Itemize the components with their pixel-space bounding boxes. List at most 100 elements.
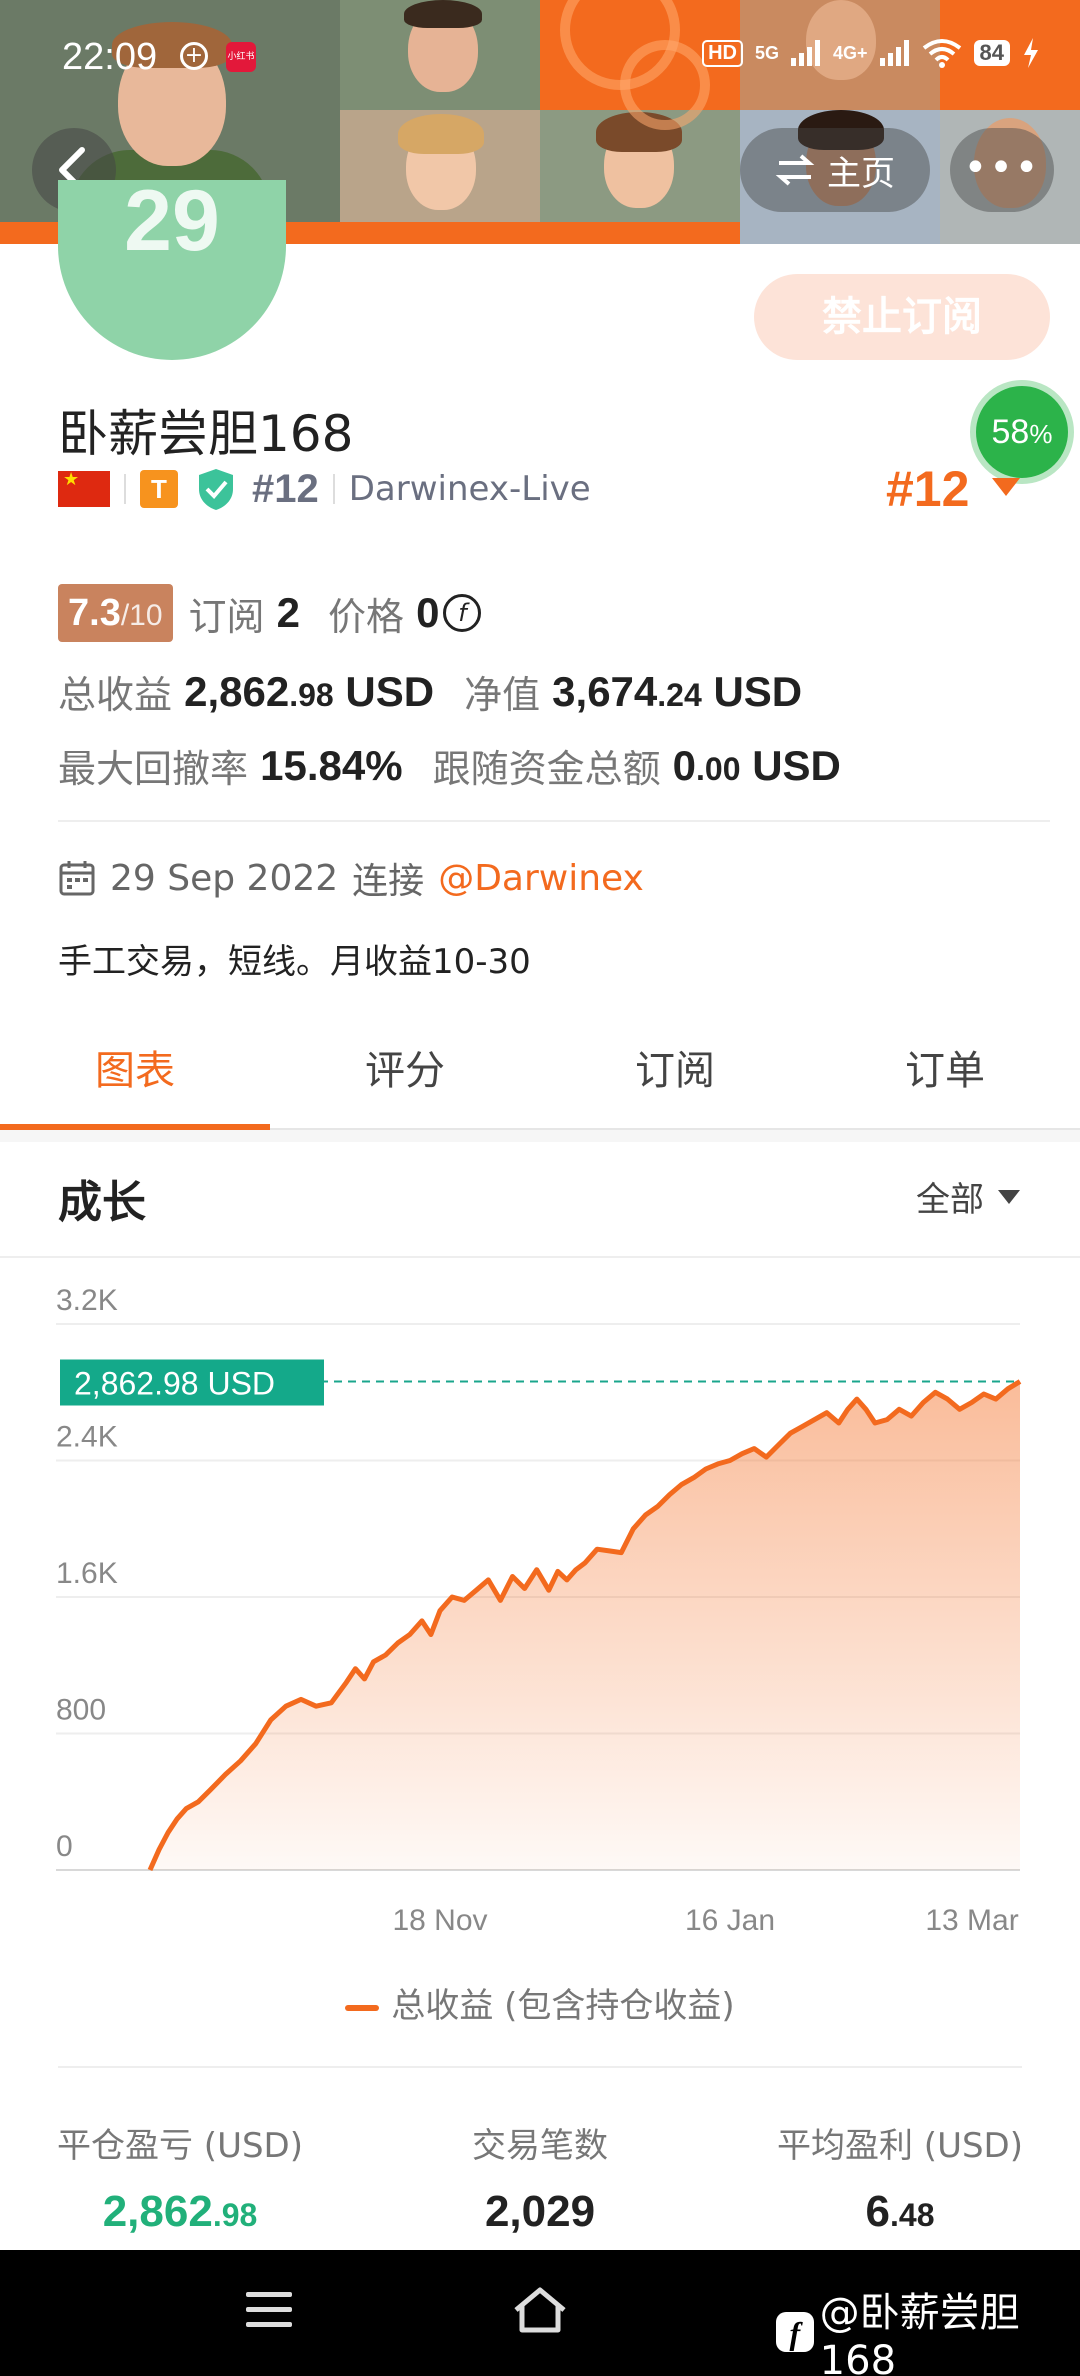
max-drawdown-label: 最大回撤率	[58, 747, 249, 791]
range-filter-label: 全部	[916, 1180, 984, 1220]
data-point	[474, 1588, 478, 1592]
photo-tile	[540, 110, 740, 222]
data-point	[429, 1633, 433, 1637]
data-point	[933, 1390, 937, 1394]
data-point	[353, 1667, 357, 1671]
menu-icon[interactable]	[246, 2292, 292, 2337]
data-point	[716, 1462, 720, 1466]
data-point	[825, 1411, 829, 1415]
data-point	[994, 1397, 998, 1401]
data-point	[631, 1527, 635, 1531]
signal-icon	[790, 40, 821, 66]
growth-chart[interactable]: 0 800 1.6K 2.4K 3.2K 18 Nov 16 Jan 13 Mar 2,862.…	[0, 1270, 1080, 1990]
broker-name: Darwinex-Live	[348, 469, 591, 509]
max-drawdown-value: 15.84%	[260, 741, 403, 789]
data-point	[855, 1397, 859, 1401]
data-point	[184, 1807, 188, 1811]
data-point	[752, 1447, 756, 1451]
data-point	[166, 1830, 170, 1834]
data-point	[574, 1568, 578, 1572]
data-point	[946, 1397, 950, 1401]
subscriptions-label: 订阅	[188, 594, 265, 639]
charging-icon	[1024, 38, 1038, 68]
percent-badge[interactable]: 58%	[970, 380, 1074, 484]
subscribe-button[interactable]: 禁止订阅	[754, 274, 1050, 360]
data-point	[196, 1800, 200, 1804]
price-value: 0	[416, 589, 440, 636]
data-point	[813, 1418, 817, 1422]
swap-icon	[775, 154, 815, 186]
network-4g-label: 4G+	[832, 42, 868, 63]
tab-subscriptions[interactable]: 订阅	[540, 1030, 810, 1128]
broker-mention-link[interactable]: @Darwinex	[438, 858, 644, 899]
data-point	[656, 1505, 660, 1509]
badge-row: T #12 Darwinex-Live	[58, 466, 591, 512]
data-point	[692, 1476, 696, 1480]
data-point	[462, 1598, 466, 1602]
data-point	[565, 1578, 569, 1582]
closed-pnl-label: 平仓盈亏 (USD)	[57, 2126, 303, 2166]
data-point	[372, 1660, 376, 1664]
avg-profit-value: 6.48	[720, 2187, 1080, 2237]
data-point	[583, 1561, 587, 1565]
avg-profit-label: 平均盈利 (USD)	[777, 2126, 1023, 2166]
tab-chart[interactable]: 图表	[0, 1030, 270, 1130]
divider	[124, 474, 126, 504]
data-point	[619, 1551, 623, 1555]
equity-dec: .24	[657, 676, 702, 713]
data-point	[595, 1547, 599, 1551]
data-point	[607, 1549, 611, 1553]
watermark: f @卧薪尝胆168	[776, 2280, 1080, 2376]
data-point	[837, 1421, 841, 1425]
section-title: 成长	[58, 1177, 146, 1228]
home-icon[interactable]	[510, 2284, 570, 2336]
data-point	[157, 1848, 161, 1852]
tab-rating[interactable]: 评分	[270, 1030, 540, 1128]
data-point	[208, 1788, 212, 1792]
data-point	[764, 1455, 768, 1459]
y-tick-label: 0	[56, 1830, 73, 1863]
data-point	[704, 1467, 708, 1471]
rank-large: #12	[886, 461, 970, 517]
follow-funds-unit: USD	[752, 741, 841, 789]
data-point	[254, 1742, 258, 1746]
avatar[interactable]: 29	[58, 180, 286, 360]
data-point	[982, 1392, 986, 1396]
china-flag-icon	[58, 471, 110, 507]
signal-icon	[879, 40, 910, 66]
data-point	[958, 1407, 962, 1411]
divider	[58, 820, 1050, 822]
data-point	[362, 1677, 366, 1681]
data-point	[846, 1407, 850, 1411]
rank-small: #12	[252, 466, 319, 511]
data-point	[728, 1459, 732, 1463]
data-point	[284, 1704, 288, 1708]
data-point	[511, 1575, 515, 1579]
closed-pnl-dec: .98	[212, 2197, 258, 2233]
home-button[interactable]: 主页	[740, 128, 930, 212]
tab-orders[interactable]: 订单	[810, 1030, 1080, 1128]
location-icon: +	[180, 42, 208, 70]
total-profit-label: 总收益	[58, 673, 173, 717]
trade-count-value: 2,029	[360, 2187, 720, 2237]
connect-row: 29 Sep 2022 连接 @Darwinex	[58, 852, 644, 904]
wifi-icon	[922, 39, 961, 68]
x-tick-label: 18 Nov	[392, 1904, 487, 1937]
data-point	[523, 1586, 527, 1590]
data-point	[148, 1868, 152, 1872]
data-point	[329, 1701, 333, 1705]
battery-level: 84	[973, 40, 1010, 66]
trader-type-badge: T	[140, 470, 178, 508]
legend-swatch	[345, 2004, 380, 2011]
total-profit-value: 2,862.98 USD	[184, 668, 434, 716]
system-nav-bar: f @卧薪尝胆168	[0, 2250, 1080, 2376]
current-value-label: 2,862.98 USD	[74, 1366, 275, 1402]
more-button[interactable]: •••	[950, 128, 1054, 212]
calendar-icon	[59, 861, 95, 896]
data-point	[776, 1443, 780, 1447]
range-filter-dropdown[interactable]: 全部	[916, 1172, 1020, 1221]
avg-profit-dec: .48	[890, 2197, 935, 2233]
score-value: 7.3	[68, 592, 121, 634]
caret-down-icon	[998, 1189, 1020, 1204]
growth-area	[150, 1381, 1020, 1870]
